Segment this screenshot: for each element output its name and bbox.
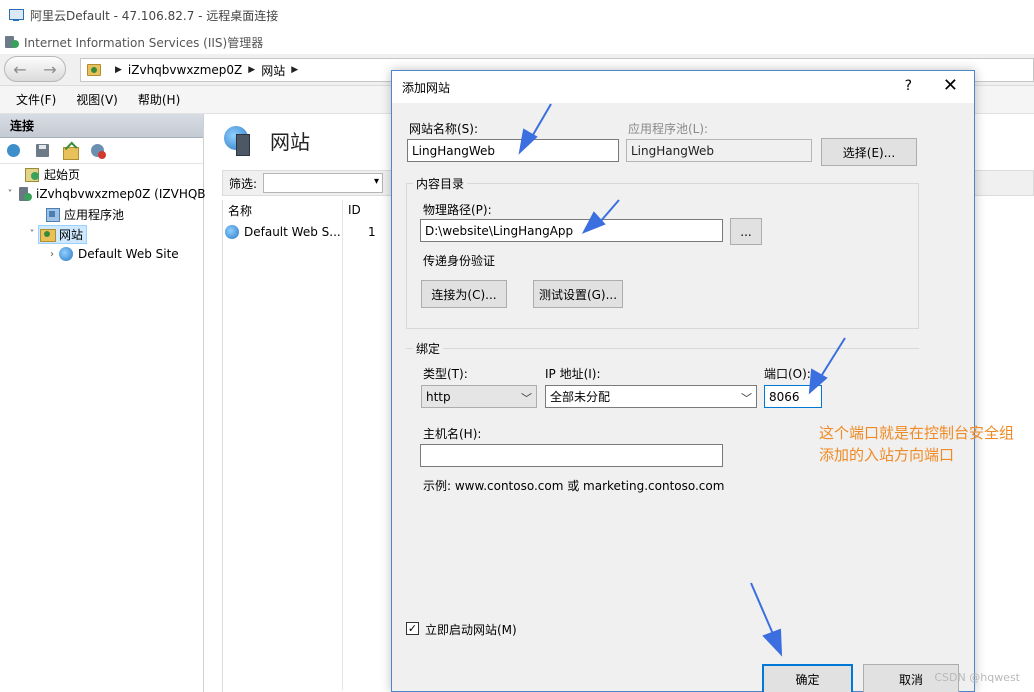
browse-button[interactable]: ... (730, 218, 762, 245)
connections-toolbar (0, 138, 203, 164)
website-globe-icon (224, 224, 240, 240)
forward-arrow-icon[interactable]: → (43, 60, 56, 79)
breadcrumb-server[interactable]: iZvhqbvwxzmep0Z (128, 63, 242, 77)
breadcrumb-sites[interactable]: 网站 (261, 62, 285, 79)
menu-view[interactable]: 视图(V) (76, 91, 118, 108)
start-now-checkbox[interactable]: ✓ (406, 622, 419, 635)
tree-item-sites[interactable]: ˅ 网站 (26, 224, 88, 244)
binding-type-label: 类型(T): (423, 367, 468, 381)
annotation-line: 这个端口就是在控制台安全组 (819, 424, 1015, 442)
close-icon[interactable]: ✕ (943, 75, 958, 96)
nav-buttons: ← → (4, 56, 66, 82)
site-name-input[interactable]: LingHangWeb (407, 139, 619, 162)
connections-pane: 连接 起始页 ˅ iZvhqbvwxzmep0Z (IZVHQB 应用程序池 ˅… (0, 114, 206, 692)
hostname-example: 示例: www.contoso.com 或 marketing.contoso.… (423, 479, 725, 493)
ip-address-label: IP 地址(I): (545, 367, 601, 381)
server-icon (16, 186, 32, 202)
app-pool-field: LingHangWeb (626, 139, 812, 162)
binding-type-value: http (426, 389, 451, 404)
expand-chevron-icon[interactable]: › (46, 249, 58, 260)
tree-item-server[interactable]: ˅ iZvhqbvwxzmep0Z (IZVHQB (4, 184, 206, 204)
site-name-label: 网站名称(S): (409, 122, 479, 136)
hostname-label: 主机名(H): (423, 427, 482, 441)
ip-address-value: 全部未分配 (550, 390, 611, 404)
app-pool-icon (44, 206, 60, 222)
up-level-icon[interactable] (62, 143, 80, 160)
passthrough-auth-label: 传递身份验证 (423, 254, 496, 268)
menu-help[interactable]: 帮助(H) (138, 91, 180, 108)
chevron-down-icon: ﹀ (741, 392, 752, 405)
breadcrumb-chevron-icon[interactable]: ▶ (115, 65, 122, 75)
collapse-chevron-icon[interactable]: ˅ (4, 189, 16, 200)
dialog-title: 添加网站 (402, 80, 451, 95)
site-name-cell: Default Web S... (244, 225, 341, 239)
column-header-id[interactable]: ID (348, 200, 361, 220)
select-app-pool-button[interactable]: 选择(E)... (821, 138, 917, 166)
website-globe-icon (58, 246, 74, 262)
binding-type-select[interactable]: http ﹀ (421, 385, 537, 408)
tree-item-start-page[interactable]: 起始页 (24, 164, 80, 184)
port-annotation: 这个端口就是在控制台安全组 添加的入站方向端口 (819, 422, 1014, 466)
menu-file[interactable]: 文件(F) (16, 91, 56, 108)
dialog-title-bar: 添加网站 ? ✕ (392, 71, 974, 103)
iis-title-bar: Internet Information Services (IIS)管理器 (0, 30, 1034, 54)
tree-selection[interactable]: 网站 (38, 224, 88, 244)
column-label: ID (348, 203, 361, 217)
ip-address-select[interactable]: 全部未分配 ﹀ (545, 385, 757, 408)
annotation-line: 添加的入站方向端口 (819, 446, 955, 464)
start-page-icon (24, 166, 40, 182)
save-icon[interactable] (34, 143, 52, 159)
test-settings-button[interactable]: 测试设置(G)... (533, 280, 623, 308)
binding-legend: 绑定 (413, 340, 444, 357)
filter-label: 筛选: (229, 176, 258, 191)
remote-desktop-icon (8, 8, 24, 22)
collapse-chevron-icon[interactable]: ˅ (26, 229, 38, 240)
back-arrow-icon[interactable]: ← (13, 60, 26, 79)
table-row[interactable]: Default Web S... 1 (224, 222, 376, 242)
content-directory-legend: 内容目录 (413, 175, 468, 192)
physical-path-label: 物理路径(P): (423, 203, 492, 217)
create-connection-icon[interactable] (6, 143, 24, 159)
site-id-cell: 1 (368, 225, 376, 239)
sites-folder-icon (39, 226, 56, 242)
breadcrumb-chevron-icon[interactable]: ▶ (291, 65, 298, 75)
breadcrumb-chevron-icon[interactable]: ▶ (248, 65, 255, 75)
column-divider (342, 200, 343, 690)
connections-header: 连接 (0, 114, 203, 138)
start-now-label: 立即启动网站(M) (425, 623, 517, 637)
tree-label: iZvhqbvwxzmep0Z (IZVHQB (36, 187, 206, 201)
rdp-title-bar: 阿里云Default - 47.106.82.7 - 远程桌面连接 (0, 0, 1034, 30)
tree-label: 起始页 (44, 167, 81, 182)
tree-label: 应用程序池 (64, 207, 125, 222)
connect-as-button[interactable]: 连接为(C)... (421, 280, 507, 308)
tree-label: Default Web Site (78, 247, 179, 261)
port-label: 端口(O): (764, 367, 811, 381)
column-label: 名称 (228, 203, 253, 218)
port-input[interactable]: 8066 (764, 385, 822, 408)
iis-title: Internet Information Services (IIS)管理器 (24, 35, 264, 50)
add-website-dialog: 添加网站 ? ✕ 网站名称(S): LingHangWeb 应用程序池(L): … (391, 70, 975, 692)
watermark: CSDN @hqwest (934, 671, 1020, 684)
help-button[interactable]: ? (905, 78, 912, 94)
tree-item-app-pools[interactable]: 应用程序池 (44, 204, 124, 224)
disconnect-icon[interactable] (90, 143, 108, 159)
physical-path-input[interactable]: D:\website\LingHangApp (420, 219, 723, 242)
filter-input[interactable] (263, 173, 384, 193)
ok-button[interactable]: 确定 (762, 664, 853, 692)
page-title: 网站 (270, 129, 310, 154)
rdp-title: 阿里云Default - 47.106.82.7 - 远程桌面连接 (30, 8, 279, 23)
sites-feature-icon (222, 124, 254, 156)
tree-item-default-site[interactable]: › Default Web Site (46, 244, 179, 264)
tree-label: 网站 (59, 227, 84, 242)
sites-folder-icon (87, 64, 101, 76)
app-pool-label: 应用程序池(L): (628, 122, 709, 136)
iis-manager-icon (4, 34, 20, 50)
column-header-name[interactable]: 名称 (228, 200, 252, 220)
chevron-down-icon: ﹀ (521, 392, 532, 405)
hostname-input[interactable] (420, 444, 723, 467)
